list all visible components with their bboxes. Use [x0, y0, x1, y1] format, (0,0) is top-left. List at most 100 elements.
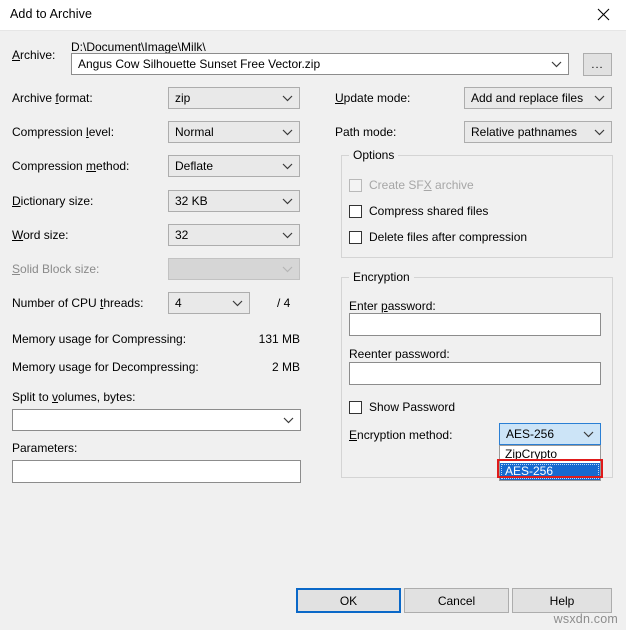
update-mode-value: Add and replace files — [471, 91, 584, 105]
chevron-down-icon — [278, 163, 296, 170]
archive-label-mnemonic: A — [12, 48, 21, 62]
label-mnemonic: p — [381, 299, 388, 313]
checkbox-compress-shared-files[interactable]: Compress shared files — [349, 204, 488, 218]
word-size-combo[interactable]: 32 — [168, 224, 300, 246]
label-post: assword: — [387, 299, 436, 313]
label-post: archive — [431, 178, 474, 192]
label-pre: Compression — [12, 125, 87, 139]
options-group-title: Options — [349, 148, 399, 162]
checkbox-icon — [349, 230, 362, 244]
help-button[interactable]: Help — [512, 588, 612, 613]
parameters-input[interactable] — [12, 460, 301, 483]
chevron-down-icon — [278, 95, 296, 102]
browse-button[interactable]: ... — [583, 53, 612, 76]
dictionary-size-combo[interactable]: 32 KB — [168, 190, 300, 212]
chevron-down-icon — [590, 95, 608, 102]
archive-label: Archive: — [12, 48, 55, 62]
checkbox-delete-files-after-compression[interactable]: Delete files after compression — [349, 230, 527, 244]
archive-format-combo[interactable]: zip — [168, 87, 300, 109]
chevron-down-icon — [579, 431, 597, 438]
dropdown-option-aes256[interactable]: AES-256 — [500, 463, 600, 480]
label-mnemonic: S — [12, 262, 21, 276]
chevron-down-icon — [547, 61, 565, 68]
label-pre: Archive — [12, 91, 56, 105]
close-icon — [597, 8, 610, 21]
chevron-down-icon — [228, 300, 246, 307]
archive-path-text: D:\Document\Image\Milk\ — [71, 40, 206, 54]
checkbox-icon — [349, 204, 362, 218]
compression-level-label: Compression level: — [12, 125, 114, 139]
archive-name-combo[interactable]: Angus Cow Silhouette Sunset Free Vector.… — [71, 53, 569, 75]
path-mode-combo[interactable]: Relative pathnames — [464, 121, 612, 143]
path-mode-label: Path mode: — [335, 125, 397, 139]
label-pre: Create SF — [369, 178, 424, 192]
label-post: hreads: — [103, 296, 144, 310]
enter-password-label: Enter password: — [349, 299, 436, 313]
compression-method-label: Compression method: — [12, 159, 129, 173]
chevron-down-icon — [278, 232, 296, 239]
label-post: ormat: — [58, 91, 93, 105]
label-post: evel: — [88, 125, 115, 139]
checkbox-show-password[interactable]: Show Password — [349, 400, 455, 414]
archive-name-value: Angus Cow Silhouette Sunset Free Vector.… — [78, 57, 321, 71]
memory-decompressing-value: 2 MB — [271, 360, 300, 374]
label-mnemonic: D — [12, 194, 21, 208]
label-pre: Split to — [12, 390, 53, 404]
solid-block-size-label: Solid Block size: — [12, 262, 99, 276]
encryption-method-value: AES-256 — [506, 427, 555, 441]
checkbox-create-sfx-archive: Create SFX archive — [349, 178, 474, 192]
close-button[interactable] — [580, 0, 626, 29]
memory-decompressing-label: Memory usage for Decompressing: — [12, 360, 199, 374]
checkbox-icon — [349, 178, 362, 192]
encryption-method-label: Encryption method: — [349, 428, 452, 442]
encryption-method-dropdown-list[interactable]: ZipCrypto AES-256 — [499, 445, 601, 481]
cpu-threads-total: / 4 — [277, 296, 291, 310]
archive-label-rest: rchive: — [20, 48, 56, 62]
checkbox-label: Delete files after compression — [369, 230, 528, 244]
reenter-password-input[interactable] — [349, 362, 601, 385]
ok-button[interactable]: OK — [296, 588, 401, 613]
encryption-method-combo[interactable]: AES-256 — [499, 423, 601, 445]
checkbox-label: Show Password — [369, 400, 456, 414]
label-mnemonic: U — [335, 91, 344, 105]
checkbox-label: Compress shared files — [369, 204, 489, 218]
encryption-group-title: Encryption — [349, 270, 414, 284]
chevron-down-icon — [279, 417, 297, 424]
cpu-threads-value: 4 — [175, 296, 182, 310]
archive-format-value: zip — [175, 91, 191, 105]
label-post: pdate mode: — [343, 91, 411, 105]
label-post: olumes, bytes: — [58, 390, 136, 404]
split-volumes-combo[interactable] — [12, 409, 301, 431]
window-title: Add to Archive — [10, 7, 93, 21]
label-mnemonic: X — [423, 178, 432, 192]
label-mnemonic: m — [86, 159, 97, 173]
compression-method-value: Deflate — [175, 159, 214, 173]
reenter-password-label: Reenter password: — [349, 347, 450, 361]
title-bar: Add to Archive — [0, 0, 626, 31]
dictionary-size-label: Dictionary size: — [12, 194, 93, 208]
solid-block-size-combo — [168, 258, 300, 280]
word-size-value: 32 — [175, 228, 189, 242]
cpu-threads-combo[interactable]: 4 — [168, 292, 250, 314]
archive-format-label: Archive format: — [12, 91, 93, 105]
chevron-down-icon — [278, 266, 296, 273]
cpu-threads-label: Number of CPU threads: — [12, 296, 143, 310]
watermark: wsxdn.com — [553, 612, 618, 626]
label-pre: Compression — [12, 159, 87, 173]
compression-method-combo[interactable]: Deflate — [168, 155, 300, 177]
label-post: ncryption method: — [357, 428, 453, 442]
chevron-down-icon — [278, 198, 296, 205]
label-post: ethod: — [96, 159, 130, 173]
memory-compressing-value: 131 MB — [258, 332, 300, 346]
compression-level-combo[interactable]: Normal — [168, 121, 300, 143]
update-mode-label: Update mode: — [335, 91, 410, 105]
update-mode-combo[interactable]: Add and replace files — [464, 87, 612, 109]
dropdown-option-zipcrypto[interactable]: ZipCrypto — [500, 446, 600, 463]
enter-password-input[interactable] — [349, 313, 601, 336]
split-volumes-label: Split to volumes, bytes: — [12, 390, 135, 404]
chevron-down-icon — [590, 129, 608, 136]
cancel-button[interactable]: Cancel — [404, 588, 509, 613]
path-mode-value: Relative pathnames — [471, 125, 578, 139]
checkbox-icon — [349, 400, 362, 414]
label-mnemonic: W — [12, 228, 24, 242]
